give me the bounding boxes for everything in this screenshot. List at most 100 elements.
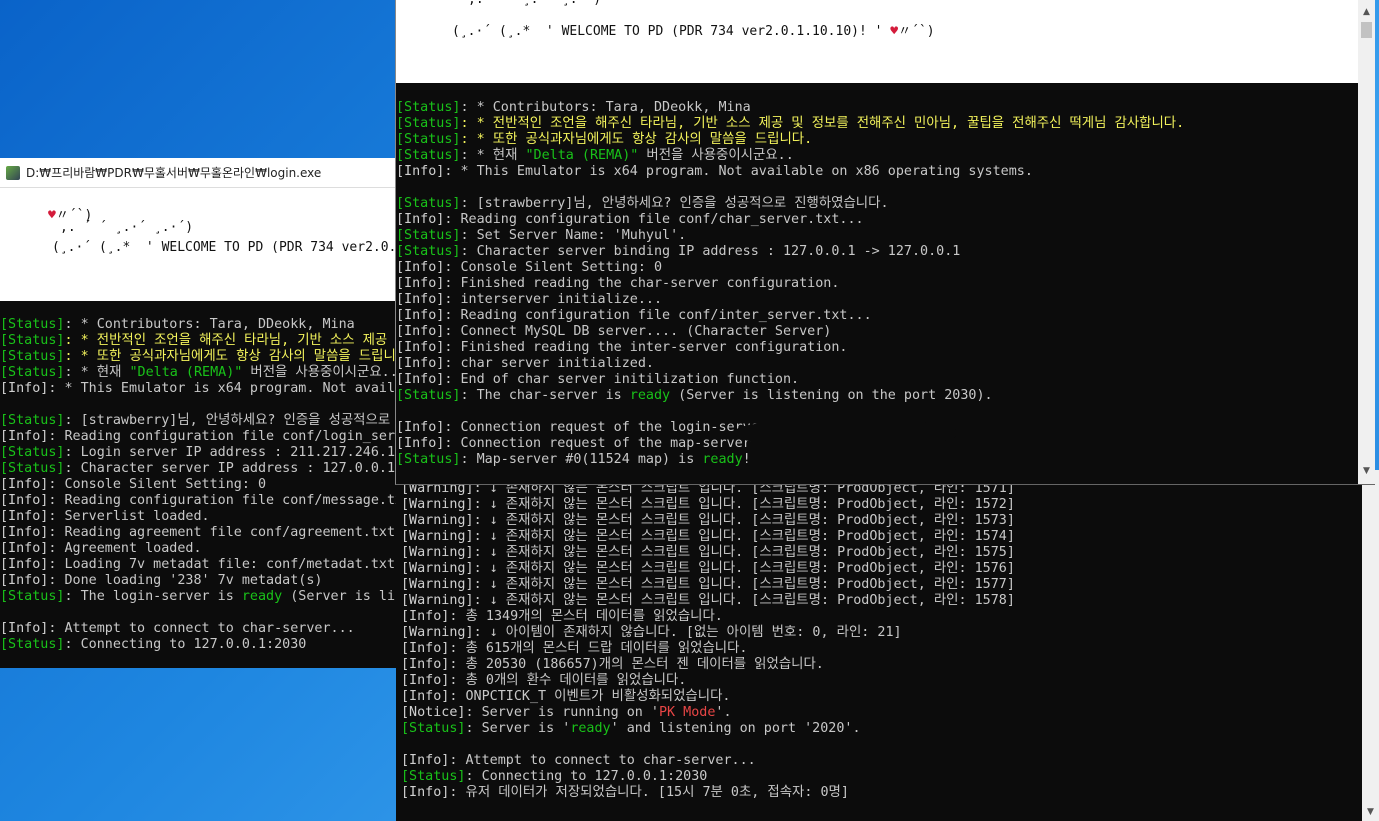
- log-line: [Status]: * 또한 공식과자님에게도 항상 감사의 말씀을 드립니다.: [0, 349, 396, 365]
- log-text: : Connecting to 127.0.0.1:2030: [64, 637, 307, 652]
- log-text: (Server is listening on the port 2000).: [290, 589, 396, 604]
- log-text: : * 현재: [64, 365, 130, 380]
- scroll-thumb[interactable]: [1361, 22, 1372, 38]
- log-text: : Reading configuration file conf/inter_…: [444, 308, 872, 323]
- log-text: : Serverlist loaded.: [48, 509, 210, 524]
- log-text: : 총 20530 (186657)개의 몬스터 젠 데이터를 읽었습니다.: [449, 657, 824, 672]
- redaction-blot: [736, 420, 956, 446]
- log-text: : Reading agreement file conf/agreement.…: [48, 525, 396, 540]
- log-line: [Status]: * 현재 "Delta (REMA)" 버전을 사용중이시군…: [0, 365, 396, 381]
- log-line: [Status]: * 현재 "Delta (REMA)" 버전을 사용중이시군…: [396, 148, 1358, 164]
- log-text: : Connect MySQL DB server.... (Character…: [444, 324, 832, 339]
- log-tag: [Status]: [0, 333, 65, 348]
- log-text: : Reading configuration file conf/messag…: [48, 493, 396, 508]
- log-line: [Status]: Set Server Name: 'Muhyul'.: [396, 228, 1358, 244]
- log-text: : Connection request of the login-server: [444, 420, 767, 435]
- log-tag: [Info]: [0, 509, 49, 524]
- log-tag: [Info]: [396, 340, 445, 355]
- scroll-up-arrow-icon[interactable]: ▲: [1358, 4, 1375, 21]
- log-text: : Console Silent Setting: 0: [48, 477, 267, 492]
- log-text: : Attempt to connect to char-server...: [48, 621, 355, 636]
- log-text: : * 전반적인 조언을 해주신 타라님, 기반 소스 제공 및 정보를 전해주…: [64, 333, 397, 348]
- log-text: : Login server IP address : 211.217.246.…: [64, 445, 397, 460]
- log-line: [Info]: * This Emulator is x64 program. …: [396, 164, 1358, 180]
- log-line: [Info]: Finished reading the char-server…: [396, 276, 1358, 292]
- log-text: : char server initialized.: [444, 356, 654, 371]
- log-line: [Info]: * This Emulator is x64 program. …: [0, 381, 396, 397]
- log-tag: [Status]: [396, 452, 461, 467]
- log-line: [Info]: 유저 데이터가 저장되었습니다. [15시 7분 0초, 접속자…: [401, 785, 1015, 801]
- log-text: : The char-server is: [460, 388, 630, 403]
- map-server-console[interactable]: [Warning] : ↓ 존재하지 않는 몬스터 스크립트 입니다. [스크립트…: [396, 470, 1379, 821]
- char-banner-tail: 〃´`): [898, 24, 935, 39]
- log-text: : * Contributors: Tara, DDeokk, Mina: [460, 100, 751, 115]
- log-tag: [Info]: [0, 573, 49, 588]
- log-line: [Status]: Connecting to 127.0.0.1:2030: [401, 769, 1015, 785]
- log-text: : Attempt to connect to char-server...: [449, 753, 756, 768]
- login-banner: ♥〃´`) ,. ´ ´ ¸.·´ ¸.·´) (¸.·´ (¸.* ' WEL…: [0, 188, 396, 301]
- log-text: : * 전반적인 조언을 해주신 타라님, 기반 소스 제공 및 정보를 전해주…: [460, 116, 1185, 131]
- heart-icon: ♥: [890, 24, 899, 39]
- log-tag: [Info]: [401, 609, 450, 624]
- char-scrollbar[interactable]: ▲ ▼: [1358, 0, 1375, 484]
- log-tag: [Warning]: [401, 513, 474, 528]
- log-text: : 총 1349개의 몬스터 데이터를 읽었습니다.: [449, 609, 723, 624]
- scroll-down-arrow-icon[interactable]: ▼: [1362, 804, 1379, 821]
- log-tag: [Info]: [396, 372, 445, 387]
- log-tag: [Status]: [0, 637, 65, 652]
- log-tag: [Warning]: [401, 625, 474, 640]
- log-text: : ↓ 존재하지 않는 몬스터 스크립트 입니다. [스크립트명: ProdOb…: [473, 545, 1015, 560]
- log-text: : ↓ 아이템이 존재하지 않습니다. [없는 아이템 번호: 0, 라인: 2…: [473, 625, 902, 640]
- log-tag: [Status]: [0, 365, 65, 380]
- log-tag: [Info]: [396, 164, 445, 179]
- log-tag: [Status]: [0, 349, 65, 364]
- log-text: : Server is running on ': [465, 705, 659, 720]
- log-line: [Info]: 총 615개의 몬스터 드랍 데이터를 읽었습니다.: [401, 641, 1015, 657]
- banner-row2: ,. ´ ´ ¸.·´ ¸.·´): [60, 220, 194, 235]
- log-text: : * 현재: [460, 148, 526, 163]
- map-scrollbar[interactable]: ▼: [1362, 470, 1379, 821]
- log-line: [Info]: Attempt to connect to char-serve…: [401, 753, 1015, 769]
- log-line: [Warning]: ↓ 존재하지 않는 몬스터 스크립트 입니다. [스크립트…: [401, 529, 1015, 545]
- char-server-window[interactable]: ,. ´ ´ ¸.·´ ¸.·´) (¸.·´ (¸.* ' WELCOME T…: [395, 0, 1375, 485]
- log-tag: [Status]: [396, 388, 461, 403]
- log-line: [Notice]: Server is running on 'PK Mode'…: [401, 705, 1015, 721]
- log-text: '.: [715, 705, 732, 720]
- log-tag: [Status]: [0, 589, 65, 604]
- log-line: [Status]: * 전반적인 조언을 해주신 타라님, 기반 소스 제공 및…: [0, 333, 396, 349]
- log-line: [Status]: Login server IP address : 211.…: [0, 445, 396, 461]
- log-line: [Info]: Reading configuration file conf/…: [396, 212, 1358, 228]
- log-tag: [Status]: [396, 116, 461, 131]
- log-tag: [Info]: [396, 436, 445, 451]
- log-line: [Info]: Console Silent Setting: 0: [0, 477, 396, 493]
- log-highlight: "Delta (REMA)": [525, 148, 639, 163]
- log-line: [Info]: Done loading '238' 7v metadat(s): [0, 573, 396, 589]
- log-text: : * 또한 공식과자님에게도 항상 감사의 말씀을 드립니다.: [460, 132, 813, 147]
- login-window-titlebar[interactable]: D:₩프리바람₩PDR₩무홀서버₩무홀온라인₩login.exe: [0, 158, 396, 188]
- log-tag: [Info]: [401, 673, 450, 688]
- log-text: : * This Emulator is x64 program. Not av…: [48, 381, 396, 396]
- log-tag: [Info]: [401, 689, 450, 704]
- app-icon: [6, 165, 20, 180]
- char-banner-row1: ,. ´ ´ ¸.·´ ¸.·´): [468, 0, 601, 7]
- log-line: [Status]: Map-server #0(11524 map) is re…: [396, 452, 1358, 468]
- scroll-down-arrow-icon[interactable]: ▼: [1358, 463, 1375, 480]
- log-text: : Reading configuration file conf/login_…: [48, 429, 396, 444]
- log-text: : Done loading '238' 7v metadat(s): [48, 573, 323, 588]
- log-highlight: ready: [570, 721, 611, 736]
- log-line: [Status]: * 전반적인 조언을 해주신 타라님, 기반 소스 제공 및…: [396, 116, 1358, 132]
- login-server-window[interactable]: D:₩프리바람₩PDR₩무홀서버₩무홀온라인₩login.exe ♥〃´`) ,…: [0, 158, 396, 668]
- log-text: : Loading 7v metadat file: conf/metadat.…: [48, 557, 396, 572]
- log-tag: [Info]: [401, 753, 450, 768]
- log-text: : The login-server is: [64, 589, 242, 604]
- log-text: 버전을 사용중이시군요..: [242, 365, 396, 380]
- log-tag: [Info]: [401, 657, 450, 672]
- banner-row3: (¸.·´ (¸.* ' WELCOME TO PD (PDR 734 ver2…: [52, 240, 396, 255]
- log-tag: [Status]: [396, 100, 461, 115]
- log-line: [Info]: Console Silent Setting: 0: [396, 260, 1358, 276]
